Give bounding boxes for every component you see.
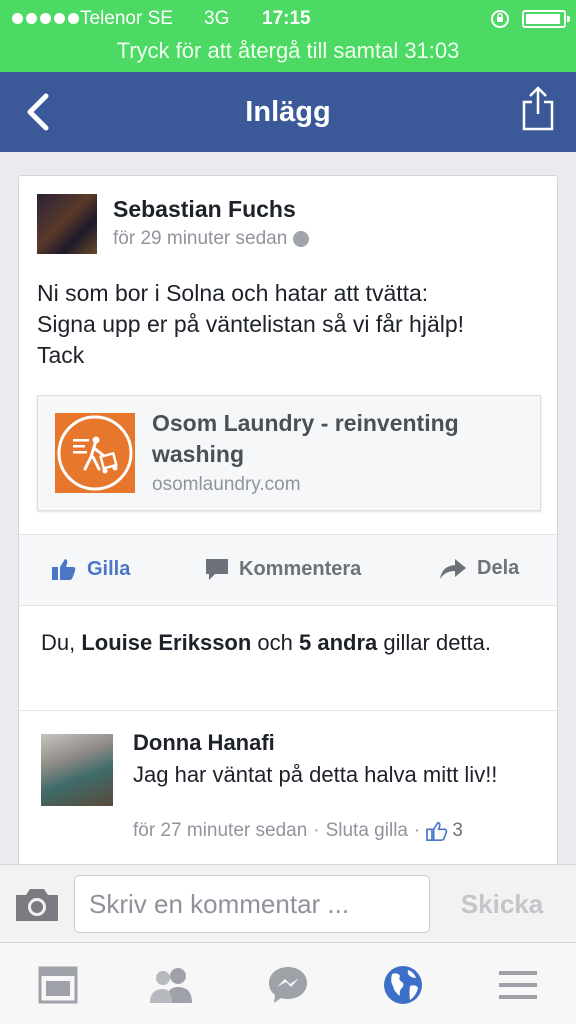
share-label: Dela	[477, 557, 520, 579]
post-author[interactable]: Sebastian Fuchs	[113, 196, 296, 223]
friends-icon	[150, 968, 192, 1003]
tab-notifications[interactable]	[380, 963, 426, 1007]
post-time[interactable]: för 29 minuter sedan	[113, 228, 287, 250]
tab-messenger[interactable]	[265, 963, 311, 1007]
likes-summary[interactable]: Du, Louise Eriksson och 5 andra gillar d…	[41, 628, 511, 658]
avatar[interactable]	[37, 194, 97, 254]
likes-prefix: Du,	[41, 630, 82, 655]
comment-author[interactable]: Donna Hanafi	[133, 730, 275, 756]
like-label: Gilla	[87, 557, 131, 580]
comment-composer: Skicka	[0, 864, 576, 942]
comment-text: Jag har väntat på detta halva mitt liv!!	[133, 762, 498, 787]
action-bar: Gilla Kommentera Dela	[19, 534, 557, 606]
comment-meta: för 27 minuter sedan · Sluta gilla · 3	[133, 820, 463, 842]
menu-icon	[499, 971, 537, 999]
tab-news-feed[interactable]	[35, 963, 81, 1007]
battery-icon	[522, 10, 570, 28]
likes-middle: och	[251, 630, 300, 655]
nav-bar: Inlägg	[0, 72, 576, 152]
link-domain: osomlaundry.com	[152, 474, 301, 495]
messenger-icon	[269, 967, 307, 1003]
meta-separator: ·	[313, 820, 320, 841]
share-button[interactable]: Dela	[439, 557, 519, 580]
comment-input[interactable]	[74, 875, 430, 933]
tab-friends[interactable]	[148, 963, 194, 1007]
comment-time: för 27 minuter sedan	[133, 820, 308, 841]
likes-name: Louise Eriksson	[81, 630, 252, 655]
divider	[19, 710, 557, 711]
share-arrow-icon	[440, 558, 466, 579]
comment-avatar[interactable]	[41, 734, 113, 806]
camera-icon[interactable]	[14, 887, 60, 923]
thumbs-up-icon	[426, 821, 448, 841]
like-button[interactable]: Gilla	[51, 557, 130, 581]
send-button[interactable]: Skicka	[440, 875, 564, 933]
link-title: Osom Laundry - reinventing washing	[152, 410, 459, 467]
news-feed-icon	[38, 966, 78, 1004]
link-preview[interactable]: Osom Laundry - reinventing washing osoml…	[37, 395, 541, 511]
comment-like-count[interactable]: 3	[426, 820, 463, 842]
status-row: Telenor SE 3G 17:15	[0, 6, 576, 32]
post-text: Ni som bor i Solna och hatar att tvätta:…	[37, 280, 465, 368]
likes-others: 5 andra	[299, 630, 378, 655]
share-icon[interactable]	[520, 86, 556, 132]
tab-menu[interactable]	[495, 963, 541, 1007]
like-count: 3	[452, 820, 463, 841]
thumbs-up-icon	[52, 559, 76, 580]
signal-icon	[12, 13, 79, 24]
network-label: 3G	[204, 8, 230, 29]
globe-icon	[293, 231, 310, 247]
return-to-call-banner[interactable]: Tryck för att återgå till samtal 31:03	[0, 38, 576, 64]
post-meta: för 29 minuter sedan	[113, 228, 310, 250]
laundry-logo-icon	[55, 413, 135, 493]
unlike-link[interactable]: Sluta gilla	[326, 820, 408, 842]
tab-bar	[0, 942, 576, 1024]
clock: 17:15	[262, 8, 311, 29]
comment-label: Kommentera	[239, 557, 362, 580]
globe-icon	[384, 966, 422, 1004]
post-card: Sebastian Fuchs för 29 minuter sedan Ni …	[18, 175, 558, 875]
status-bar: Telenor SE 3G 17:15 Tryck för att återgå…	[0, 0, 576, 72]
comment-bubble-icon	[206, 559, 228, 580]
likes-suffix: gillar detta.	[377, 630, 492, 655]
page-title: Inlägg	[245, 96, 331, 128]
rotation-lock-icon	[491, 10, 509, 28]
comment-button[interactable]: Kommentera	[205, 557, 361, 581]
carrier-label: Telenor SE	[80, 8, 173, 29]
meta-separator: ·	[413, 820, 421, 841]
